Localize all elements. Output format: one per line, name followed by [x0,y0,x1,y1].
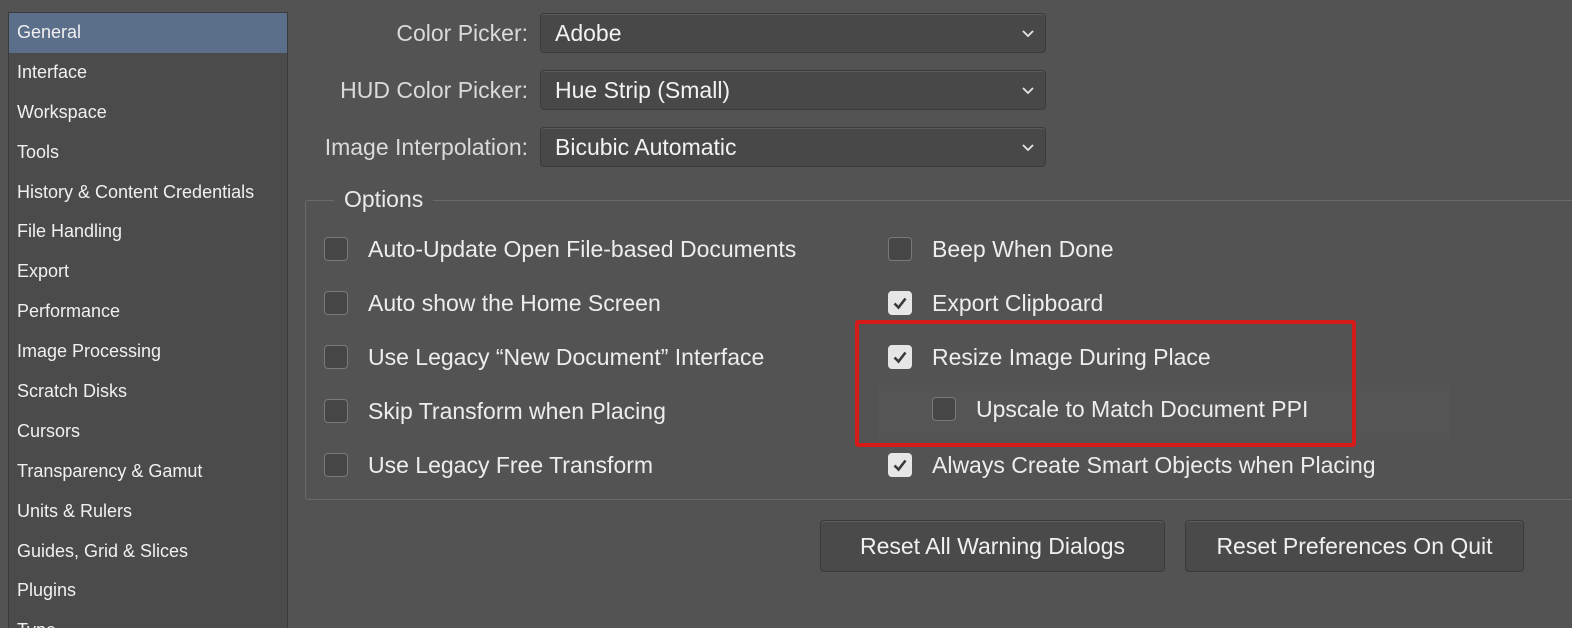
color-picker-label: Color Picker: [396,20,528,46]
chevron-down-icon [1022,144,1034,152]
sidebar-item-image-processing[interactable]: Image Processing [9,332,287,372]
checkbox[interactable] [324,399,348,423]
sidebar-item-units-rulers[interactable]: Units & Rulers [9,492,287,532]
image-interpolation-value: Bicubic Automatic [555,134,737,160]
image-interpolation-label: Image Interpolation: [324,134,528,160]
option-always-smart-objects[interactable]: Always Create Smart Objects when Placing [888,450,1376,480]
hud-color-picker-row: HUD Color Picker: Hue Strip (Small) [296,70,1046,110]
sidebar-item-export[interactable]: Export [9,252,287,292]
sidebar-item-general[interactable]: General [9,13,287,53]
checkbox[interactable] [324,291,348,315]
checkmark-icon [893,297,907,310]
image-interpolation-row: Image Interpolation: Bicubic Automatic [296,127,1046,167]
sidebar-item-history[interactable]: History & Content Credentials [9,173,287,213]
option-legacy-new-document[interactable]: Use Legacy “New Document” Interface [324,342,764,372]
chevron-down-icon [1022,87,1034,95]
image-interpolation-select[interactable]: Bicubic Automatic [540,127,1046,167]
option-skip-transform[interactable]: Skip Transform when Placing [324,396,666,426]
checkbox[interactable] [324,345,348,369]
option-label: Use Legacy “New Document” Interface [368,343,765,370]
checkbox-checked[interactable] [888,291,912,315]
sidebar-item-interface[interactable]: Interface [9,53,287,93]
checkmark-icon [893,459,907,472]
color-picker-row: Color Picker: Adobe [296,13,1046,53]
color-picker-value: Adobe [555,20,622,46]
checkbox-checked[interactable] [888,453,912,477]
sidebar-item-performance[interactable]: Performance [9,292,287,332]
option-label: Auto-Update Open File-based Documents [368,235,797,262]
sidebar-item-scratch-disks[interactable]: Scratch Disks [9,372,287,412]
option-auto-update[interactable]: Auto-Update Open File-based Documents [324,234,796,264]
option-auto-home-screen[interactable]: Auto show the Home Screen [324,288,661,318]
hud-color-picker-value: Hue Strip (Small) [555,77,731,103]
hud-color-picker-label: HUD Color Picker: [340,77,528,103]
option-label: Use Legacy Free Transform [368,451,654,478]
option-label: Always Create Smart Objects when Placing [932,451,1376,478]
reset-preferences-button[interactable]: Reset Preferences On Quit [1185,520,1524,572]
sidebar-item-cursors[interactable]: Cursors [9,412,287,452]
sidebar-item-tools[interactable]: Tools [9,133,287,173]
option-beep-when-done[interactable]: Beep When Done [888,234,1114,264]
sidebar-item-guides[interactable]: Guides, Grid & Slices [9,532,287,572]
option-label: Export Clipboard [932,289,1104,316]
option-legacy-free-transform[interactable]: Use Legacy Free Transform [324,450,653,480]
option-label: Auto show the Home Screen [368,289,661,316]
sidebar-item-file-handling[interactable]: File Handling [9,212,287,252]
checkbox[interactable] [324,453,348,477]
checkbox[interactable] [324,237,348,261]
preferences-sidebar: General Interface Workspace Tools Histor… [8,12,288,628]
option-label: Beep When Done [932,235,1114,262]
option-label: Skip Transform when Placing [368,397,666,424]
annotation-highlight-box [855,320,1356,447]
chevron-down-icon [1022,30,1034,38]
sidebar-item-workspace[interactable]: Workspace [9,93,287,133]
reset-warning-dialogs-button[interactable]: Reset All Warning Dialogs [820,520,1165,572]
option-export-clipboard[interactable]: Export Clipboard [888,288,1103,318]
sidebar-item-type[interactable]: Type [9,611,287,628]
hud-color-picker-select[interactable]: Hue Strip (Small) [540,70,1046,110]
checkbox[interactable] [888,237,912,261]
options-legend: Options [334,184,434,214]
sidebar-item-transparency[interactable]: Transparency & Gamut [9,452,287,492]
preferences-window: General Interface Workspace Tools Histor… [0,0,1572,628]
sidebar-item-plugins[interactable]: Plugins [9,571,287,611]
color-picker-select[interactable]: Adobe [540,13,1046,53]
